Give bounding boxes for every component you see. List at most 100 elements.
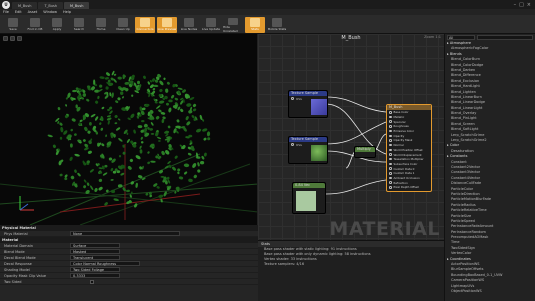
multiply-node[interactable]: Multiply: [354, 146, 376, 158]
toolbar-button-label: Clean Up: [116, 27, 130, 31]
menu-help[interactable]: Help: [63, 10, 71, 14]
leaf: [59, 173, 63, 177]
toolbar-button-connectors[interactable]: Connectors: [135, 17, 155, 33]
doc-tab-1[interactable]: M_Bush: [12, 2, 38, 9]
leaf: [159, 80, 164, 86]
doc-tab-3[interactable]: M_Bush: [64, 2, 90, 9]
leaf: [126, 138, 130, 143]
menu-window[interactable]: Window: [43, 10, 57, 14]
leaf: [161, 118, 165, 124]
leaf: [150, 160, 156, 163]
doc-tab-2[interactable]: T_Bush: [38, 2, 63, 9]
pin-label: Opacity: [393, 133, 405, 138]
leaf: [177, 171, 180, 175]
toolbar-button-label: Hide Unrelated: [223, 25, 238, 33]
result-pin[interactable]: Pixel Depth Offset: [387, 185, 431, 190]
result-pins: Base Color Metallic Specular Roughness Emiss…: [387, 110, 431, 190]
leaf: [158, 140, 161, 142]
leaf: [166, 102, 169, 106]
leaf: [74, 153, 80, 157]
leaf: [99, 76, 105, 79]
viewport-options-button[interactable]: [3, 36, 8, 41]
leaf: [177, 87, 183, 90]
toolbar-icon: [206, 18, 216, 27]
menu-asset[interactable]: Asset: [28, 10, 38, 14]
category-select[interactable]: All: [447, 35, 475, 40]
pin-label: Refraction: [393, 180, 408, 185]
pin-label: Ambient Occlusion: [393, 175, 420, 180]
leaf: [163, 77, 166, 81]
pin-label: Normal: [393, 143, 404, 148]
prop-value[interactable]: Masked: [70, 249, 120, 254]
title-bar: U M_Bush T_Bush M_Bush – □ ×: [0, 0, 535, 9]
leaf: [111, 92, 114, 98]
pin-label: Pixel Depth Offset: [393, 185, 419, 190]
toolbar-button-mobile-stats[interactable]: Mobile Stats: [267, 17, 287, 33]
menu-edit[interactable]: Edit: [15, 10, 22, 14]
palette-search-input[interactable]: [477, 35, 533, 40]
toolbar-button-apply[interactable]: Apply: [47, 17, 67, 33]
material-result-node[interactable]: M_Bush Base Color Metallic Specular Roughne…: [386, 104, 432, 192]
toolbar-button-hide-unrelated[interactable]: Hide Unrelated: [223, 17, 243, 33]
leaf: [143, 75, 146, 79]
leaf: [168, 99, 173, 103]
leaf: [105, 86, 109, 90]
leaf: [82, 93, 87, 97]
preview-viewport[interactable]: [0, 34, 258, 225]
leaf: [95, 100, 99, 104]
leaf: [155, 115, 160, 120]
toolbar-button-label: Apply: [52, 27, 62, 31]
viewport-perspective-button[interactable]: [10, 36, 15, 41]
prop-value[interactable]: Translucent: [70, 255, 120, 260]
prop-label: Decal Response: [4, 261, 32, 266]
leaf: [130, 113, 135, 119]
toolbar-icon: [272, 18, 282, 27]
viewport-lit-button[interactable]: [17, 36, 22, 41]
toolbar-button-stats[interactable]: Stats: [245, 17, 265, 33]
toolbar-button-save[interactable]: Save: [3, 17, 23, 33]
toolbar-button-live-nodes[interactable]: Live Nodes: [179, 17, 199, 33]
leaf: [86, 182, 90, 186]
leaf: [191, 115, 195, 119]
leaf: [102, 172, 108, 176]
leaf: [110, 179, 114, 181]
material-graph[interactable]: M_Bush Zoom 1:1 Texture Sample UVs Textu…: [258, 34, 444, 240]
toolbar-button-home[interactable]: Home: [91, 17, 111, 33]
toolbar-button-search[interactable]: Search: [69, 17, 89, 33]
leaf: [47, 134, 53, 138]
pin-label: Base Color: [393, 110, 409, 115]
pin-label: UVs: [296, 96, 302, 101]
minimize-icon[interactable]: –: [514, 2, 517, 8]
leaf: [108, 157, 113, 161]
palette-item[interactable]: ObjectPositionWS: [445, 289, 535, 294]
leaf: [64, 174, 68, 178]
texture-sample-node-1[interactable]: Texture Sample UVs: [288, 90, 328, 118]
leaf: [106, 115, 112, 118]
leaf: [122, 96, 124, 99]
leaf: [84, 126, 88, 132]
phys-material-picker[interactable]: None: [70, 231, 180, 236]
toolbar-button-find-in-cb[interactable]: Find in CB: [25, 17, 45, 33]
leaf: [118, 138, 123, 142]
leaf: [86, 98, 90, 102]
graph-watermark: MATERIAL: [329, 218, 440, 240]
toolbar-button-live-update[interactable]: Live Update: [201, 17, 221, 33]
leaf: [129, 158, 133, 162]
two-sided-checkbox[interactable]: [90, 279, 94, 284]
toolbar-button-clean-up[interactable]: Clean Up: [113, 17, 133, 33]
menu-file[interactable]: File: [3, 10, 9, 14]
leaf: [69, 156, 73, 161]
texture-sample-node-2[interactable]: Texture Sample UVs: [288, 136, 328, 164]
prop-value[interactable]: Two Sided Foliage: [70, 267, 120, 272]
toolbar-button-live-preview[interactable]: Live Preview: [157, 17, 177, 33]
leaf: [99, 122, 102, 125]
maximize-icon[interactable]: □: [519, 2, 524, 8]
toolbar-icon: [30, 18, 40, 27]
prop-value[interactable]: 0.3333: [70, 273, 120, 278]
leaf: [94, 187, 98, 193]
vector-constant-node[interactable]: 0.84 Vec: [292, 182, 326, 214]
close-icon[interactable]: ×: [527, 2, 531, 8]
pin-label: World Displacement: [393, 152, 422, 157]
prop-value[interactable]: Color Normal Roughness: [70, 261, 140, 266]
prop-value[interactable]: Surface: [70, 243, 120, 248]
